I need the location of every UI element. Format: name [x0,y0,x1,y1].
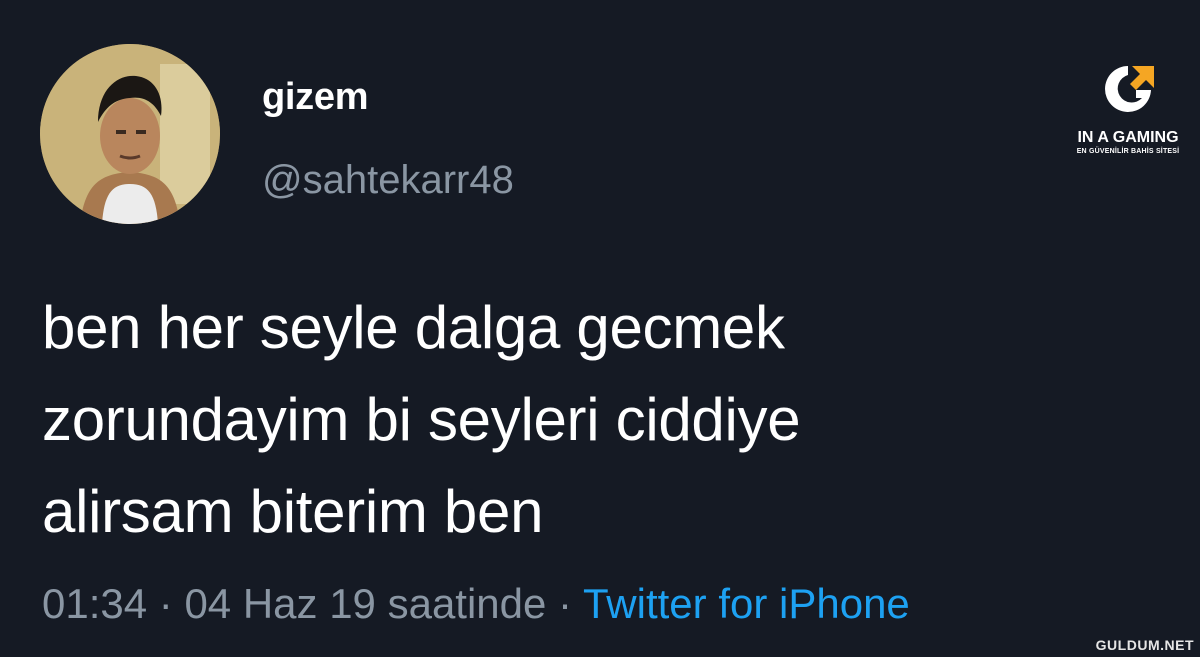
brand-name: IN A GAMING [1077,129,1179,146]
brand-logo: IN A GAMING EN GÜVENİLİR BAHİS SİTESİ [1064,60,1192,156]
display-name[interactable]: gizem [262,74,369,120]
brand-tagline: EN GÜVENİLİR BAHİS SİTESİ [1076,148,1180,155]
watermark: GULDUM.NET [1095,637,1194,653]
meta-separator: · [558,580,573,627]
tweet-text-line: zorundayim bi seyleri ciddiye [42,386,801,453]
tweet-source-link[interactable]: Twitter for iPhone [583,580,910,627]
tweet-time[interactable]: 01:34 [42,580,147,627]
avatar[interactable] [40,44,220,224]
meta-separator: · [158,580,173,627]
brand-logo-icon [1105,66,1154,112]
tweet-text-line: alirsam biterim ben [42,478,544,545]
avatar-photo [40,44,220,224]
tweet-text-line: ben her seyle dalga gecmek [42,294,785,361]
tweet-meta: 01:34 · 04 Haz 19 saatinde · Twitter for… [42,578,910,630]
tweet-text: ben her seyle dalga gecmek zorundayim bi… [42,282,1042,558]
tweet-date[interactable]: 04 Haz 19 saatinde [184,580,546,627]
user-handle[interactable]: @sahtekarr48 [262,156,514,204]
